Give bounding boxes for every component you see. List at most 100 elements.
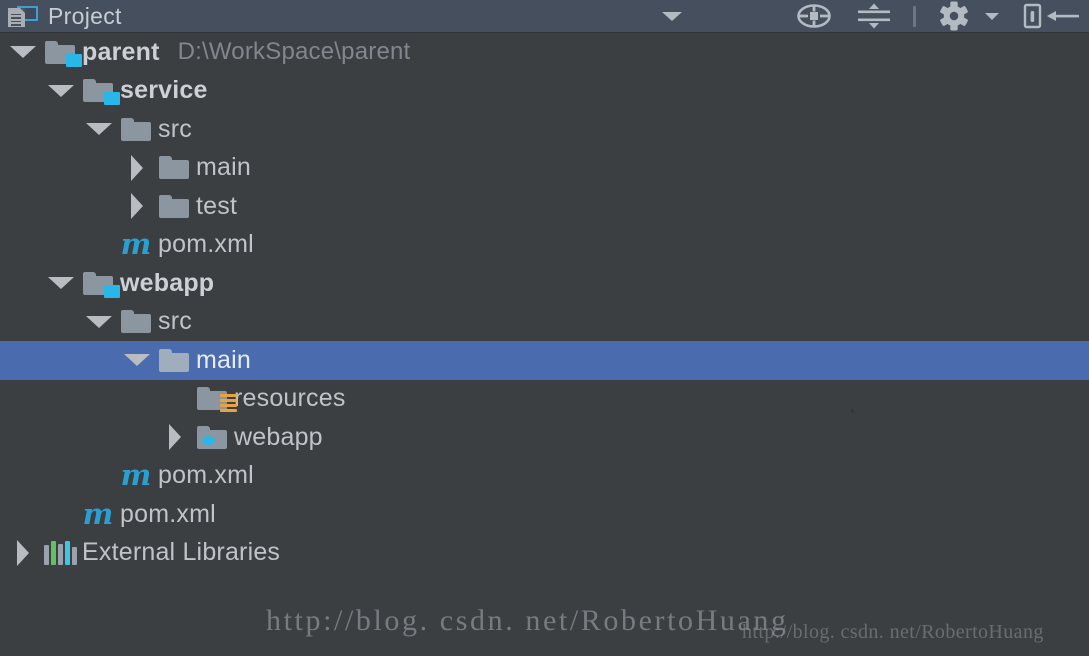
target-crosshair-icon <box>797 4 831 28</box>
chevron-down-icon <box>985 12 999 20</box>
hide-panel-button[interactable] <box>1021 0 1083 33</box>
triangle-down-icon <box>124 354 150 367</box>
tree-expand-toggle-expanded[interactable] <box>44 264 78 302</box>
maven-pom-icon: m <box>116 457 156 495</box>
project-tree[interactable]: parent D:\WorkSpace\parent service src main t… <box>0 33 1089 572</box>
folder-icon <box>154 187 194 225</box>
chevron-down-icon <box>662 11 682 21</box>
module-badge <box>104 284 120 298</box>
triangle-down-icon <box>86 123 112 136</box>
hide-left-arrow-icon <box>1023 3 1079 29</box>
tree-row-label: test <box>196 191 238 220</box>
folder-glyph <box>197 425 227 449</box>
triangle-down-icon <box>10 46 36 59</box>
scroll-from-source-button[interactable] <box>791 0 837 33</box>
settings-gear-button[interactable] <box>931 0 977 33</box>
triangle-right-icon <box>131 154 143 181</box>
triangle-down-icon <box>48 277 74 290</box>
tree-row[interactable]: m pom.xml <box>0 457 1089 496</box>
tree-row[interactable]: main <box>0 341 1089 380</box>
module-badge <box>104 92 120 106</box>
tree-expand-toggle-expanded[interactable] <box>6 33 40 71</box>
project-tool-window: Project parent D:\WorkSpace\parent servi… <box>0 0 1089 656</box>
maven-pom-icon: m <box>116 226 156 264</box>
maven-m-glyph: m <box>120 458 152 493</box>
tree-row[interactable]: src <box>0 303 1089 342</box>
collapse-all-icon <box>858 3 890 29</box>
triangle-right-icon <box>17 539 29 566</box>
tree-row-label: src <box>158 307 192 336</box>
project-tool-window-icon <box>8 5 38 28</box>
tree-twisty-placeholder <box>82 457 116 495</box>
page-title: Project <box>48 2 122 29</box>
tool-window-header: Project <box>0 0 1089 33</box>
maven-module-folder-icon <box>78 264 120 302</box>
tree-expand-toggle-expanded[interactable] <box>120 341 154 379</box>
tree-row-label: pom.xml <box>158 230 254 259</box>
folder-icon <box>154 149 194 187</box>
tree-expand-toggle-collapsed[interactable] <box>120 187 154 225</box>
tree-row[interactable]: webapp <box>0 418 1089 457</box>
tree-expand-toggle-expanded[interactable] <box>82 303 116 341</box>
tree-row-label: pom.xml <box>120 499 216 528</box>
tree-row-label: webapp <box>120 268 215 297</box>
toolbar <box>649 0 1089 33</box>
module-badge <box>66 53 82 67</box>
tree-twisty-placeholder <box>82 226 116 264</box>
folder-glyph <box>83 79 120 106</box>
tree-row[interactable]: External Libraries <box>0 534 1089 573</box>
webapp-badge <box>202 435 215 445</box>
watermark-secondary: http://blog. csdn. net/RobertoHuang <box>742 621 1044 643</box>
gear-icon <box>940 1 968 31</box>
folder-glyph <box>159 156 189 180</box>
triangle-down-icon <box>48 84 74 97</box>
tree-row[interactable]: src <box>0 110 1089 149</box>
webapp-folder-icon <box>192 418 232 456</box>
tree-twisty-placeholder <box>44 495 78 533</box>
collapse-all-button[interactable] <box>851 0 897 33</box>
header-left-group: Project <box>0 3 122 30</box>
tree-expand-toggle-expanded[interactable] <box>44 72 78 110</box>
tree-row-label: parent <box>82 37 160 66</box>
maven-pom-icon: m <box>78 495 118 533</box>
tree-row-label: main <box>196 345 251 374</box>
settings-dropdown-arrow[interactable] <box>977 0 1007 33</box>
tree-row-label: main <box>196 153 251 182</box>
tree-row[interactable]: webapp <box>0 264 1089 303</box>
tree-expand-toggle-collapsed[interactable] <box>120 149 154 187</box>
folder-glyph <box>159 348 189 372</box>
folder-glyph <box>121 117 151 141</box>
folder-icon <box>154 341 194 379</box>
tree-row[interactable]: test <box>0 187 1089 226</box>
folder-icon <box>116 303 156 341</box>
resources-badge <box>220 394 237 413</box>
books-shelf-glyph <box>43 540 77 565</box>
maven-m-glyph: m <box>82 496 114 531</box>
render-artifact <box>851 409 854 413</box>
toolbar-separator <box>911 5 917 27</box>
triangle-down-icon <box>86 315 112 328</box>
triangle-right-icon <box>169 424 181 451</box>
folder-icon <box>116 110 156 148</box>
external-libraries-icon <box>40 534 80 572</box>
tree-row[interactable]: m pom.xml <box>0 495 1089 534</box>
tree-twisty-placeholder <box>158 380 192 418</box>
tree-expand-toggle-collapsed[interactable] <box>158 418 192 456</box>
resources-folder-icon <box>192 380 237 418</box>
tree-row-label: webapp <box>234 422 323 451</box>
tree-row[interactable]: service <box>0 72 1089 111</box>
tree-row-label: resources <box>234 384 346 413</box>
triangle-right-icon <box>131 193 143 220</box>
folder-glyph <box>83 271 120 298</box>
view-options-dropdown[interactable] <box>649 0 695 33</box>
tree-expand-toggle-expanded[interactable] <box>82 110 116 148</box>
tree-expand-toggle-collapsed[interactable] <box>6 534 40 572</box>
tree-row[interactable]: resources <box>0 380 1089 419</box>
tree-row[interactable]: parent D:\WorkSpace\parent <box>0 33 1089 72</box>
folder-glyph <box>197 387 237 413</box>
tree-row-label: src <box>158 114 192 143</box>
watermark-primary: http://blog. csdn. net/RobertoHuang <box>266 604 789 637</box>
tree-row[interactable]: main <box>0 149 1089 188</box>
tree-row[interactable]: m pom.xml <box>0 226 1089 265</box>
tree-row-path: D:\WorkSpace\parent <box>177 38 411 66</box>
